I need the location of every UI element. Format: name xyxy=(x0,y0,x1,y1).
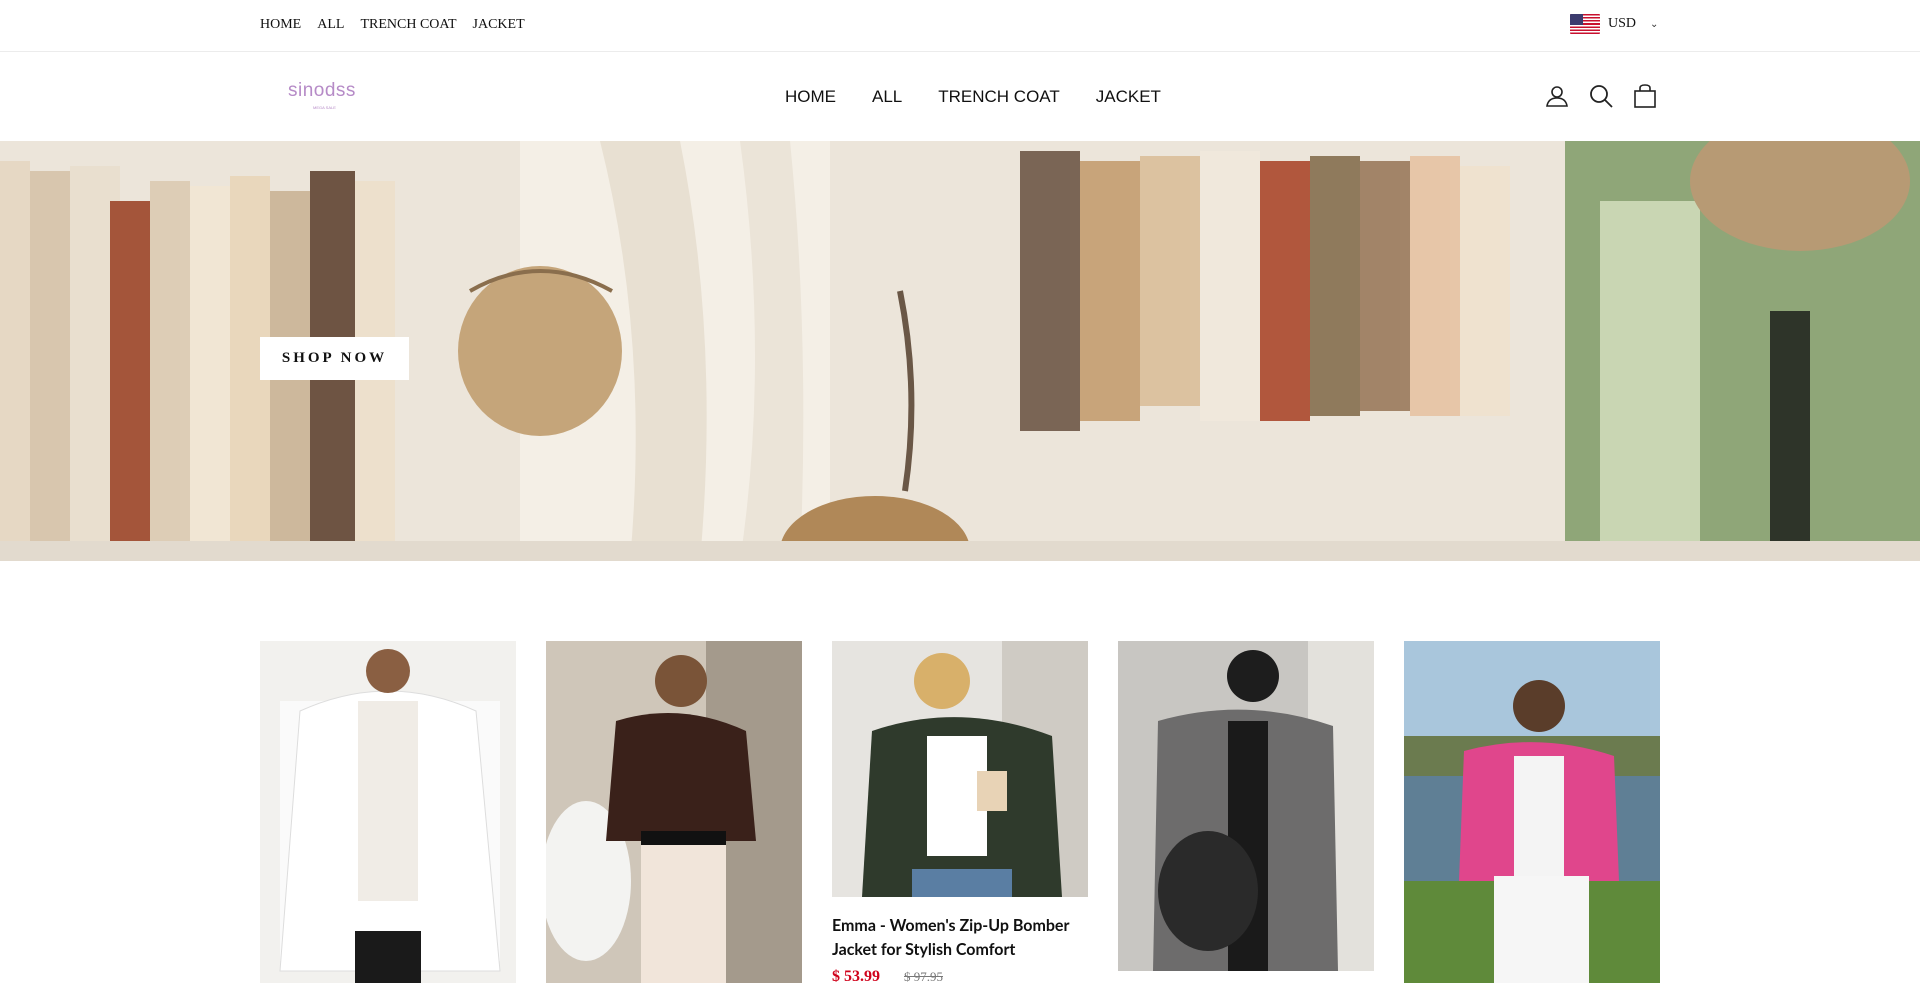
sale-price: $ 53.99 xyxy=(832,968,880,985)
currency-label: USD xyxy=(1608,16,1637,31)
main-nav-trench-coat[interactable]: TRENCH COAT xyxy=(938,87,1060,107)
site-logo-tagline: MEGA SALE xyxy=(313,105,336,110)
us-flag-icon xyxy=(1570,14,1600,34)
top-nav: HOME ALL TRENCH COAT JACKET xyxy=(260,17,525,33)
product-image-zip-bomber[interactable] xyxy=(832,641,1088,897)
shop-now-button[interactable]: SHOP NOW xyxy=(260,337,409,380)
search-icon[interactable] xyxy=(1588,83,1614,109)
site-header: sinodss MEGA SALE HOME ALL TRENCH COAT J… xyxy=(0,52,1920,141)
chevron-down-icon: ⌄ xyxy=(1650,18,1659,30)
product-image-grey-coat[interactable] xyxy=(1118,641,1374,971)
site-logo[interactable]: sinodss xyxy=(288,80,356,102)
product-card[interactable] xyxy=(1118,641,1374,971)
product-card[interactable]: Emma - Women's Zip-Up Bomber Jacket for … xyxy=(832,641,1088,986)
hero-banner: SHOP NOW xyxy=(0,141,1920,561)
top-utility-bar: HOME ALL TRENCH COAT JACKET USD ⌄ xyxy=(0,0,1920,52)
top-nav-jacket[interactable]: JACKET xyxy=(473,17,525,33)
product-card[interactable] xyxy=(260,641,516,983)
top-nav-all[interactable]: ALL xyxy=(317,17,344,33)
product-card[interactable] xyxy=(546,641,802,983)
main-nav-jacket[interactable]: JACKET xyxy=(1096,87,1161,107)
currency-selector[interactable]: USD ⌄ xyxy=(1570,14,1658,34)
main-nav-all[interactable]: ALL xyxy=(872,87,902,107)
product-image-pink-jacket[interactable] xyxy=(1404,641,1660,983)
main-nav-home[interactable]: HOME xyxy=(785,87,836,107)
account-icon[interactable] xyxy=(1544,83,1570,109)
header-icons xyxy=(1544,83,1658,109)
product-prices: $ 53.99 $ 97.95 xyxy=(832,968,1088,986)
main-nav: HOME ALL TRENCH COAT JACKET xyxy=(785,87,1161,107)
top-nav-trench-coat[interactable]: TRENCH COAT xyxy=(360,17,456,33)
product-image-leather-bomber[interactable] xyxy=(546,641,802,983)
product-title[interactable]: Emma - Women's Zip-Up Bomber Jacket for … xyxy=(832,914,1088,962)
cart-icon[interactable] xyxy=(1632,83,1658,109)
top-nav-home[interactable]: HOME xyxy=(260,17,301,33)
product-grid: Emma - Women's Zip-Up Bomber Jacket for … xyxy=(260,641,1660,993)
product-card[interactable] xyxy=(1404,641,1660,983)
compare-price: $ 97.95 xyxy=(904,969,943,984)
product-image-white-cardigan[interactable] xyxy=(260,641,516,983)
